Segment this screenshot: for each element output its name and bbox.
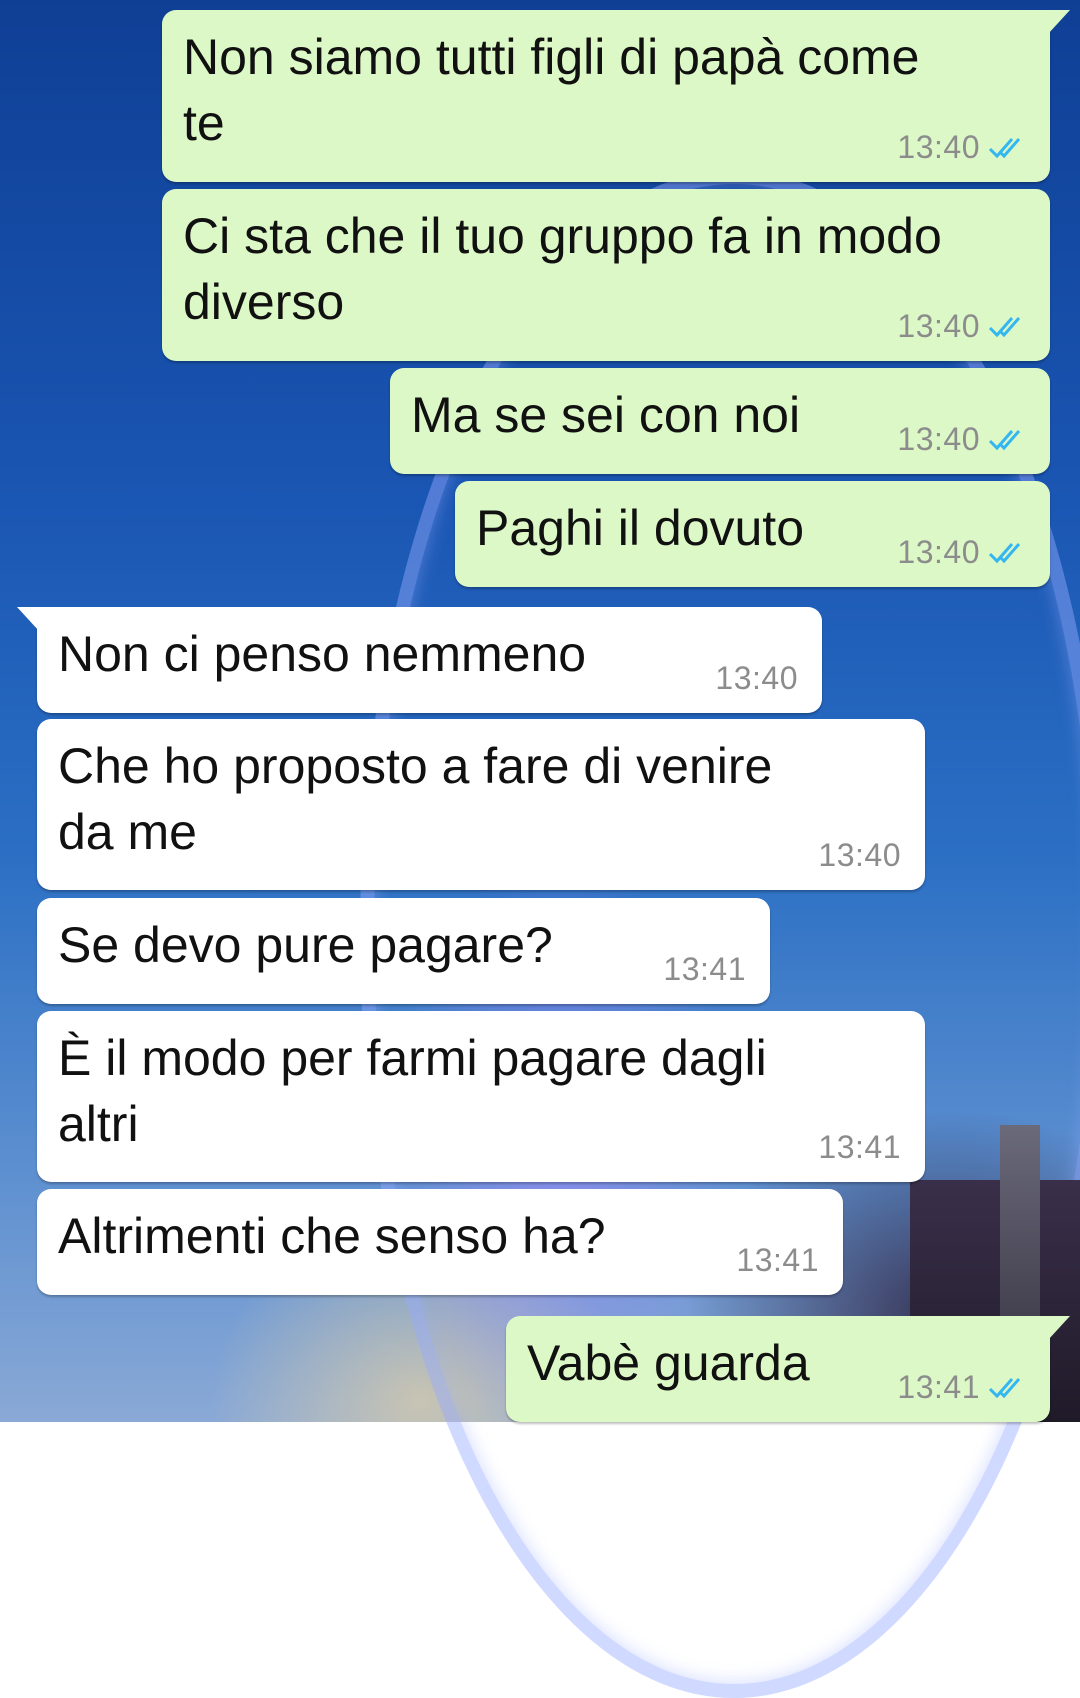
message-text: Altrimenti che senso ha? <box>58 1208 606 1264</box>
message-bubble-outgoing[interactable]: Ci sta che il tuo gruppo fa in modo dive… <box>162 189 1050 361</box>
message-meta: 13:40 <box>818 837 901 874</box>
message-meta: 13:41 <box>897 1369 1028 1406</box>
message-list[interactable]: Non siamo tutti figli di papà come te 13… <box>0 0 1080 1422</box>
message-time: 13:40 <box>897 421 980 457</box>
message-time: 13:40 <box>897 534 980 570</box>
message-time: 13:40 <box>818 837 901 873</box>
message-bubble-outgoing[interactable]: Paghi il dovuto 13:40 <box>455 481 1050 587</box>
message-time: 13:40 <box>897 308 980 344</box>
message-bubble-incoming[interactable]: Non ci penso nemmeno 13:40 <box>17 607 822 713</box>
message-text: Che ho proposto a fare di venire da me <box>58 738 773 860</box>
message-bubble-outgoing[interactable]: Vabè guarda 13:41 <box>506 1316 1070 1422</box>
read-ticks-icon <box>988 137 1021 158</box>
read-ticks-icon <box>988 1377 1021 1398</box>
message-meta: 13:40 <box>897 129 1028 166</box>
message-bubble-outgoing[interactable]: Ma se sei con noi 13:40 <box>390 368 1050 474</box>
message-text: È il modo per farmi pagare dagli altri <box>58 1030 767 1152</box>
message-time: 13:41 <box>818 1129 901 1165</box>
message-meta: 13:41 <box>818 1129 901 1166</box>
message-text: Se devo pure pagare? <box>58 917 553 973</box>
message-bubble-outgoing[interactable]: Non siamo tutti figli di papà come te 13… <box>162 10 1070 182</box>
message-bubble-incoming[interactable]: È il modo per farmi pagare dagli altri 1… <box>37 1011 925 1182</box>
message-meta: 13:41 <box>736 1242 819 1279</box>
message-bubble-incoming[interactable]: Altrimenti che senso ha? 13:41 <box>37 1189 843 1295</box>
read-ticks-icon <box>988 429 1021 450</box>
message-meta: 13:41 <box>663 951 746 988</box>
message-meta: 13:40 <box>897 534 1028 571</box>
read-ticks-icon <box>988 542 1021 563</box>
message-meta: 13:40 <box>897 308 1028 345</box>
message-time: 13:40 <box>715 660 798 696</box>
message-time: 13:41 <box>736 1242 819 1278</box>
message-meta: 13:40 <box>715 660 798 697</box>
message-bubble-incoming[interactable]: Se devo pure pagare? 13:41 <box>37 898 770 1004</box>
message-time: 13:41 <box>663 951 746 987</box>
message-time: 13:40 <box>897 129 980 165</box>
message-meta: 13:40 <box>897 421 1028 458</box>
read-ticks-icon <box>988 316 1021 337</box>
message-text: Non ci penso nemmeno <box>58 626 587 682</box>
message-time: 13:41 <box>897 1369 980 1405</box>
message-bubble-incoming[interactable]: Che ho proposto a fare di venire da me 1… <box>37 719 925 890</box>
